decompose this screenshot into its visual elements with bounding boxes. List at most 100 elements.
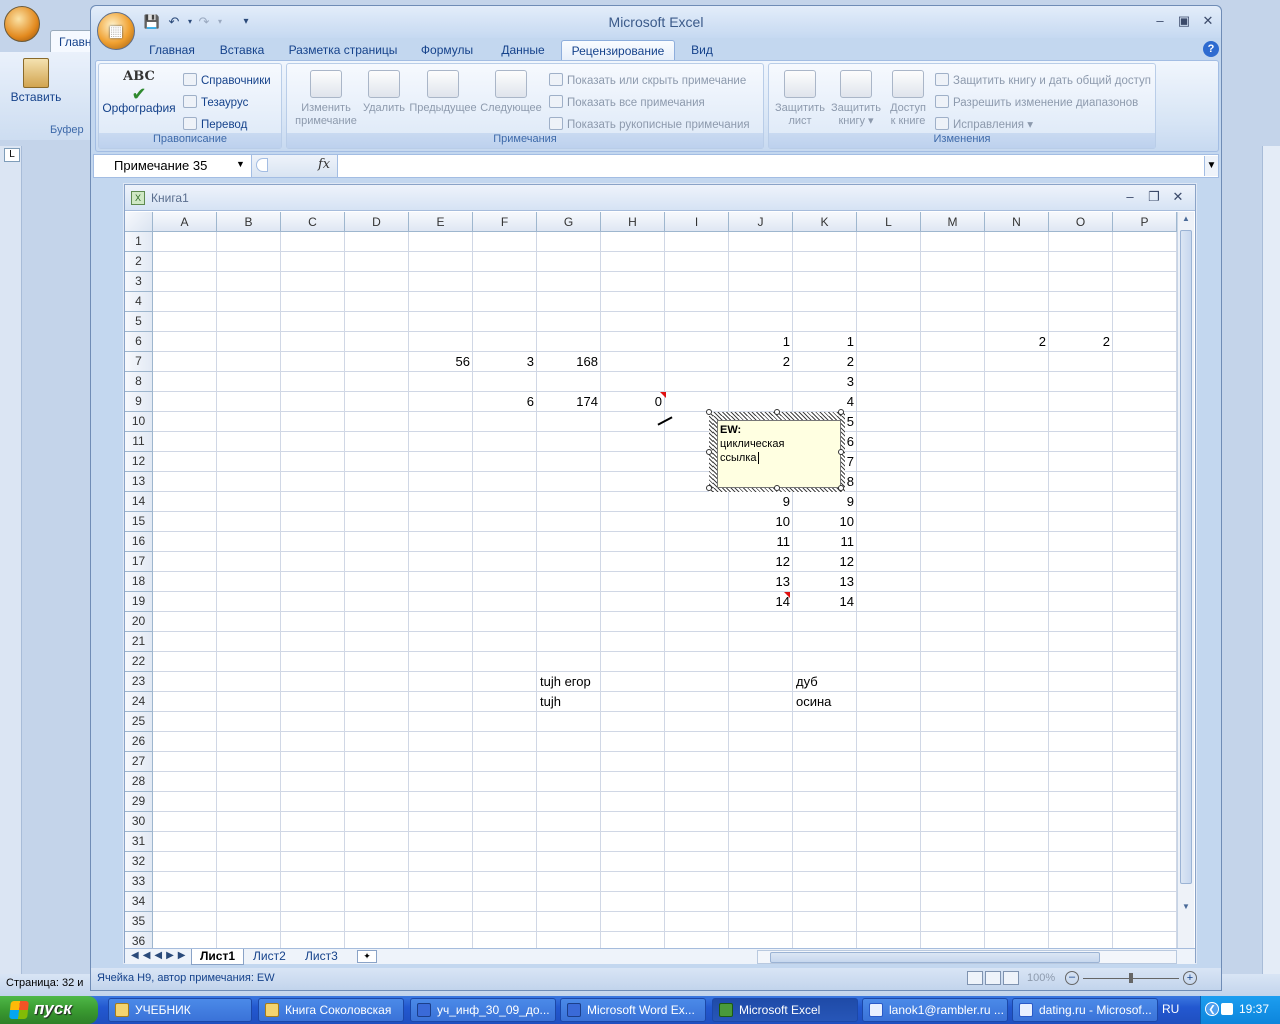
minimize-button[interactable]: –: [1149, 12, 1171, 30]
workbook-restore-button[interactable]: ❐: [1143, 188, 1165, 206]
taskbar-item-excel[interactable]: Microsoft Excel: [712, 998, 858, 1022]
resize-handle[interactable]: [706, 449, 712, 455]
protect-workbook-button[interactable]: Защитить книгу ▾: [827, 70, 885, 128]
row-header-12[interactable]: 12: [125, 452, 153, 472]
word-tab-home[interactable]: Главн: [50, 30, 94, 52]
row-header-9[interactable]: 9: [125, 392, 153, 412]
column-header-D[interactable]: D: [345, 212, 409, 232]
row-header-30[interactable]: 30: [125, 812, 153, 832]
tab-data[interactable]: Данные: [491, 40, 555, 60]
row-header-21[interactable]: 21: [125, 632, 153, 652]
cell-K8[interactable]: 3: [793, 372, 857, 392]
row-header-10[interactable]: 10: [125, 412, 153, 432]
show-all-comments-button[interactable]: Показать все примечания: [549, 94, 705, 114]
taskbar-item-mail[interactable]: lanok1@rambler.ru ...: [862, 998, 1008, 1022]
page-break-view-icon[interactable]: [1003, 971, 1019, 985]
tab-home[interactable]: Главная: [143, 40, 201, 60]
cell-O6[interactable]: 2: [1049, 332, 1113, 352]
taskbar-item-uchebnik[interactable]: УЧЕБНИК: [108, 998, 252, 1022]
scroll-down-icon[interactable]: ▼: [1180, 902, 1192, 914]
zoom-level[interactable]: 100%: [1027, 972, 1055, 984]
save-icon[interactable]: 💾: [143, 14, 161, 30]
help-icon[interactable]: ?: [1203, 41, 1219, 57]
delete-comment-button[interactable]: Удалить: [361, 70, 407, 115]
resize-handle[interactable]: [838, 449, 844, 455]
row-header-28[interactable]: 28: [125, 772, 153, 792]
select-all-corner[interactable]: [125, 212, 153, 232]
row-header-14[interactable]: 14: [125, 492, 153, 512]
column-header-L[interactable]: L: [857, 212, 921, 232]
row-header-18[interactable]: 18: [125, 572, 153, 592]
column-header-A[interactable]: A: [153, 212, 217, 232]
comment-text-area[interactable]: EW: циклическая ссылка: [717, 420, 841, 488]
column-header-B[interactable]: B: [217, 212, 281, 232]
column-header-K[interactable]: K: [793, 212, 857, 232]
row-header-19[interactable]: 19: [125, 592, 153, 612]
insert-function-icon[interactable]: fx: [318, 157, 330, 172]
row-header-36[interactable]: 36: [125, 932, 153, 948]
column-header-E[interactable]: E: [409, 212, 473, 232]
cell-E7[interactable]: 56: [409, 352, 473, 372]
workbook-minimize-button[interactable]: –: [1119, 188, 1141, 206]
cell-K15[interactable]: 10: [793, 512, 857, 532]
row-header-33[interactable]: 33: [125, 872, 153, 892]
edit-comment-button[interactable]: Изменить примечание: [291, 70, 361, 128]
comment-box[interactable]: EW: циклическая ссылка: [706, 409, 845, 492]
horizontal-scroll-thumb[interactable]: [770, 952, 1100, 963]
resize-handle[interactable]: [706, 485, 712, 491]
tab-selector-icon[interactable]: L: [4, 148, 20, 162]
tab-review[interactable]: Рецензирование: [561, 40, 675, 60]
column-header-J[interactable]: J: [729, 212, 793, 232]
taskbar-item-word[interactable]: Microsoft Word Ex...: [560, 998, 706, 1022]
tab-insert[interactable]: Вставка: [215, 40, 269, 60]
taskbar-item-uch-inf[interactable]: уч_инф_30_09_до...: [410, 998, 556, 1022]
tab-view[interactable]: Вид: [681, 40, 723, 60]
row-header-5[interactable]: 5: [125, 312, 153, 332]
cell-G9[interactable]: 174: [537, 392, 601, 412]
cell-K6[interactable]: 1: [793, 332, 857, 352]
row-header-25[interactable]: 25: [125, 712, 153, 732]
resize-handle[interactable]: [774, 409, 780, 415]
row-header-3[interactable]: 3: [125, 272, 153, 292]
column-header-F[interactable]: F: [473, 212, 537, 232]
row-header-32[interactable]: 32: [125, 852, 153, 872]
row-header-15[interactable]: 15: [125, 512, 153, 532]
tab-page-layout[interactable]: Разметка страницы: [283, 40, 403, 60]
taskbar-item-dating[interactable]: dating.ru - Microsof...: [1012, 998, 1158, 1022]
column-header-H[interactable]: H: [601, 212, 665, 232]
cell-J7[interactable]: 2: [729, 352, 793, 372]
row-header-17[interactable]: 17: [125, 552, 153, 572]
sheet-tab-2[interactable]: Лист2: [245, 949, 294, 965]
zoom-slider-thumb[interactable]: [1129, 973, 1133, 983]
zoom-out-icon[interactable]: –: [1065, 971, 1079, 985]
maximize-button[interactable]: ▣: [1173, 12, 1195, 30]
thesaurus-button[interactable]: Тезаурус: [183, 94, 248, 114]
row-header-4[interactable]: 4: [125, 292, 153, 312]
row-header-23[interactable]: 23: [125, 672, 153, 692]
row-header-26[interactable]: 26: [125, 732, 153, 752]
vertical-scrollbar[interactable]: ▲ ▼: [1177, 212, 1194, 948]
show-hide-comment-button[interactable]: Показать или скрыть примечание: [549, 72, 746, 92]
research-button[interactable]: Справочники: [183, 72, 271, 92]
row-header-1[interactable]: 1: [125, 232, 153, 252]
cell-K18[interactable]: 13: [793, 572, 857, 592]
expand-formula-bar-icon[interactable]: ▼: [1204, 156, 1218, 176]
insert-sheet-icon[interactable]: ✦: [357, 950, 377, 963]
row-header-22[interactable]: 22: [125, 652, 153, 672]
cell-J14[interactable]: 9: [729, 492, 793, 512]
cell-N6[interactable]: 2: [985, 332, 1049, 352]
worksheet-grid[interactable]: ABCDEFGHIJKLMNOP 1 2 3 4 5 6 7 8 9 10 11 12 13 14 15 16…: [125, 212, 1177, 948]
taskbar-item-kniga[interactable]: Книга Соколовская: [258, 998, 404, 1022]
cell-K7[interactable]: 2: [793, 352, 857, 372]
word-paste-button[interactable]: Вставить: [6, 58, 66, 104]
formula-collapse-icon[interactable]: [256, 158, 268, 172]
name-box-dropdown-icon[interactable]: ▼: [236, 159, 245, 169]
vertical-scroll-thumb[interactable]: [1180, 230, 1192, 884]
row-header-20[interactable]: 20: [125, 612, 153, 632]
redo-dropdown-icon[interactable]: ▾: [211, 14, 229, 30]
column-header-P[interactable]: P: [1113, 212, 1177, 232]
cell-J17[interactable]: 12: [729, 552, 793, 572]
cell-G24[interactable]: tujh: [537, 692, 665, 712]
page-layout-view-icon[interactable]: [985, 971, 1001, 985]
column-header-N[interactable]: N: [985, 212, 1049, 232]
